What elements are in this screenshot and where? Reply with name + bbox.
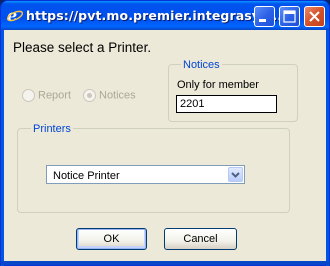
member-label: Only for member [177,79,259,91]
cancel-button[interactable]: Cancel [164,228,237,250]
minimize-button[interactable] [254,6,275,27]
printers-group-legend: Printers [31,123,73,135]
window-right-border [326,30,329,266]
window-title: https://pvt.mo.premier.integrasys... [26,8,283,23]
dialog-window: e https://pvt.mo.premier.integrasys... P… [0,0,330,266]
notices-radio-label: Notices [99,89,136,102]
chevron-down-icon [231,172,240,178]
printer-select[interactable]: Notice Printer [46,165,245,184]
dialog-heading: Please select a Printer. [13,40,152,55]
window-bottom-border [1,261,330,265]
minimize-icon [259,19,266,22]
notices-radio: Notices [83,89,136,102]
ok-button[interactable]: OK [76,228,147,250]
close-button[interactable] [304,6,325,27]
close-icon [309,11,320,22]
notices-group-legend: Notices [181,59,222,71]
notices-group [168,64,298,122]
ie-logo-icon: e [6,6,24,25]
report-radio-button [22,89,35,102]
report-radio-label: Report [38,89,72,102]
report-radio: Report [22,89,71,102]
dialog-body: Please select a Printer. Report Notices … [4,30,326,263]
maximize-icon [283,10,296,23]
notices-radio-button [83,89,96,102]
printer-select-value: Notice Printer [53,170,120,182]
maximize-button[interactable] [279,6,300,27]
window-left-border [1,30,4,266]
member-number-input[interactable]: 2201 [176,95,277,113]
title-bar[interactable]: e https://pvt.mo.premier.integrasys... [1,1,329,30]
dropdown-button[interactable] [228,167,243,182]
